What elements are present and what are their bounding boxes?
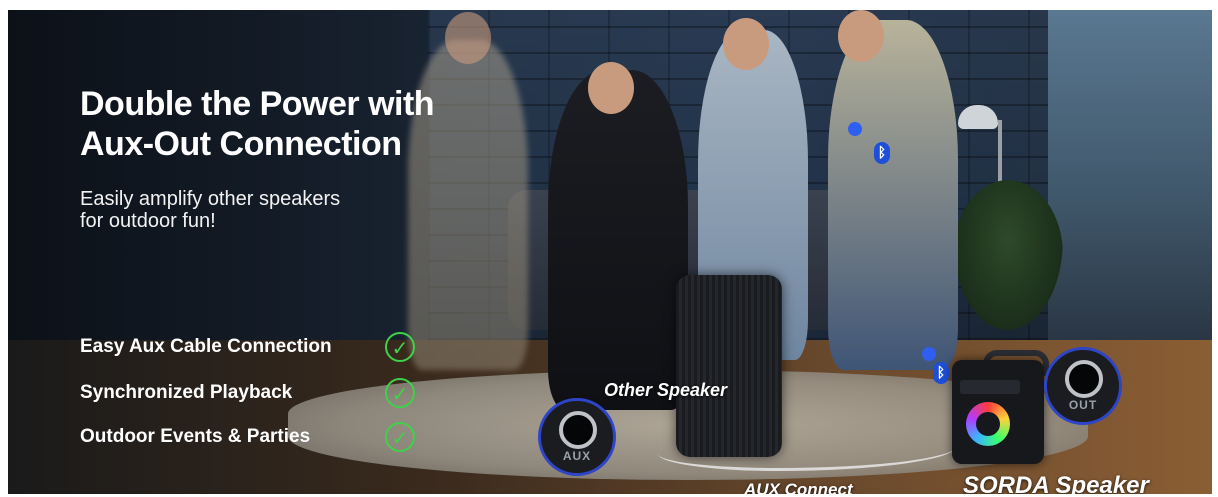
subhead-line-1: Easily amplify other speakers	[80, 188, 341, 210]
check-circle-icon: ✓	[385, 422, 415, 452]
speaker-woofer	[976, 412, 1000, 436]
subhead-line-2: for outdoor fun!	[80, 210, 216, 232]
feature-label: Synchronized Playback	[80, 382, 293, 403]
subheadline: Easily amplify other speakers for outdoo…	[80, 188, 420, 232]
head	[838, 10, 884, 62]
person-singing-kneeling	[548, 70, 688, 410]
feature-item: Easy Aux Cable Connection ✓	[80, 332, 415, 362]
check-circle-icon: ✓	[385, 378, 415, 408]
head	[723, 18, 769, 70]
other-speaker-caption: Other Speaker	[604, 380, 728, 400]
bluetooth-signal-icon	[922, 347, 936, 361]
person-dancing-man	[828, 20, 958, 370]
out-port-label: OUT	[1068, 398, 1098, 412]
feature-item: Outdoor Events & Parties ✓	[80, 422, 415, 452]
aux-port-callout: AUX	[538, 398, 616, 476]
bluetooth-signal-icon	[848, 122, 862, 136]
head	[445, 12, 491, 64]
head	[588, 62, 634, 114]
aux-jack-icon	[559, 411, 597, 449]
feature-label: Outdoor Events & Parties	[80, 426, 311, 447]
headline-line-1: Double the Power with	[80, 85, 435, 123]
potted-plant	[953, 180, 1063, 330]
aux-connect-caption: AUX Connect	[744, 480, 853, 494]
lit-wall-background	[1048, 10, 1212, 340]
sorda-speaker-caption: SORDA Speaker	[963, 472, 1149, 494]
bluetooth-icon: ᛒ	[874, 142, 890, 164]
headline: Double the Power with Aux-Out Connection	[80, 84, 520, 164]
check-circle-icon: ✓	[385, 332, 415, 362]
feature-item: Synchronized Playback ✓	[80, 378, 415, 408]
aux-port-label: AUX	[562, 449, 592, 463]
headline-line-2: Aux-Out Connection	[80, 125, 402, 163]
out-port-callout: OUT	[1044, 347, 1122, 425]
out-jack-icon	[1065, 360, 1103, 398]
feature-label: Easy Aux Cable Connection	[80, 336, 332, 357]
sorda-control-panel	[960, 380, 1020, 394]
bluetooth-icon: ᛒ	[933, 362, 949, 384]
